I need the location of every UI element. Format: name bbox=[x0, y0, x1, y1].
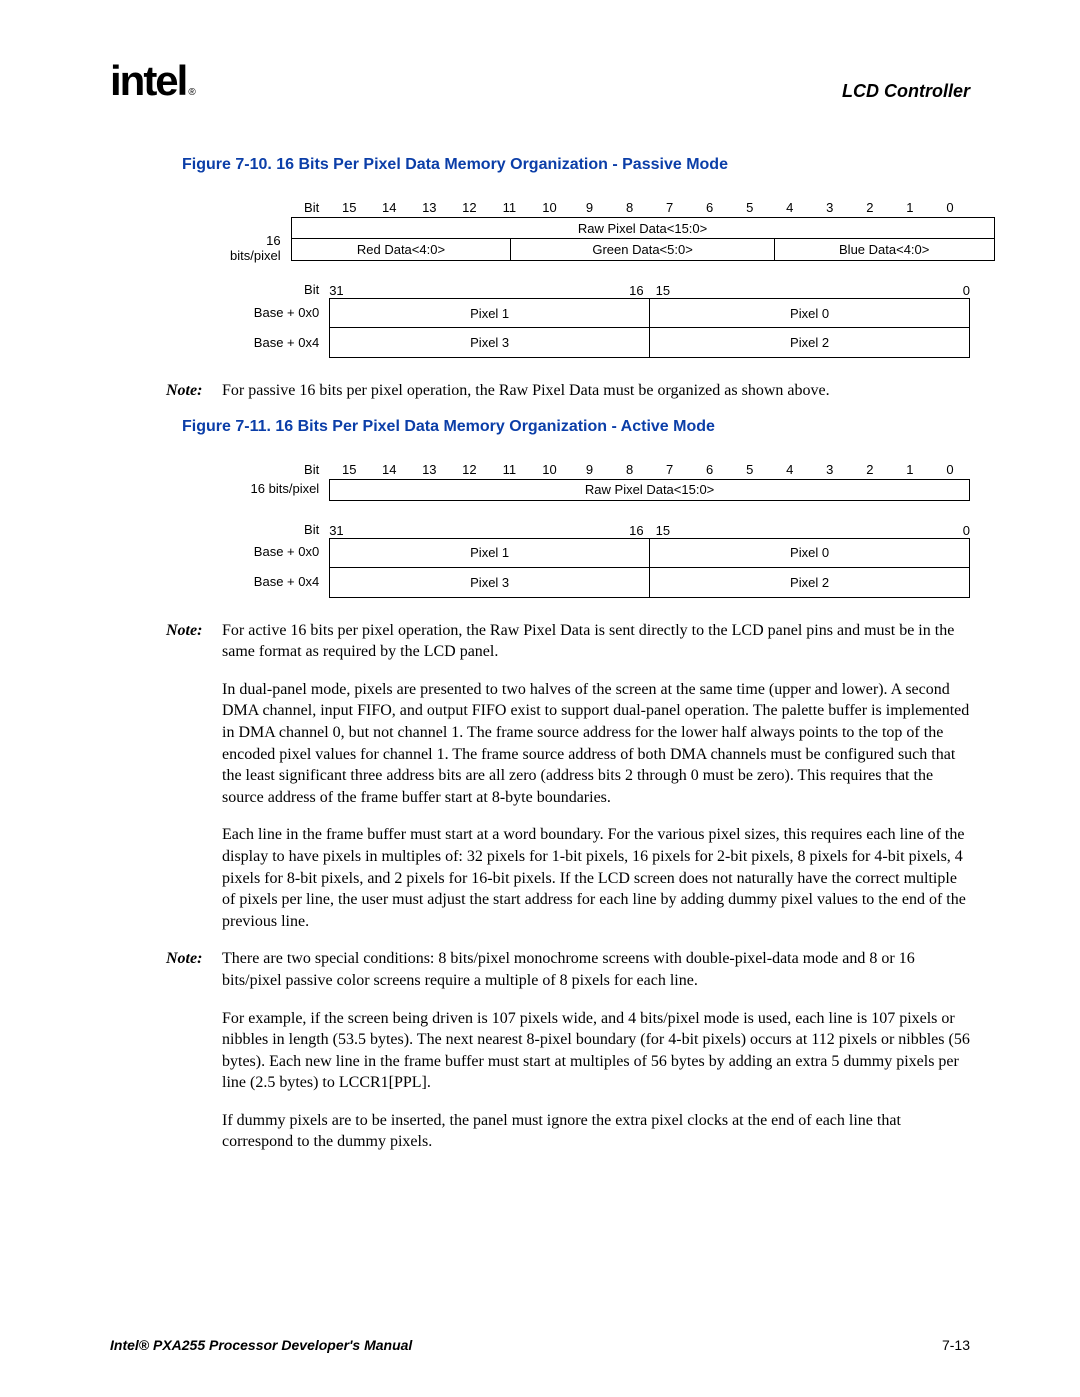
footer-page-number: 7-13 bbox=[942, 1337, 970, 1353]
bit-16: 16 bbox=[361, 523, 649, 538]
blue-data: Blue Data<4:0> bbox=[775, 239, 995, 261]
base-0x0: Base + 0x0 bbox=[230, 306, 329, 321]
bit-n: 3 bbox=[810, 462, 850, 479]
bit-n: 1 bbox=[890, 200, 930, 217]
bit-31: 31 bbox=[329, 523, 361, 538]
note-text: There are two special conditions: 8 bits… bbox=[222, 948, 970, 991]
bit-n: 6 bbox=[690, 200, 730, 217]
bit-n: 14 bbox=[369, 462, 409, 479]
note-2: Note: For active 16 bits per pixel opera… bbox=[166, 620, 970, 663]
base-0x4: Base + 0x4 bbox=[230, 575, 329, 590]
bit-0: 0 bbox=[938, 283, 970, 298]
note-text: For passive 16 bits per pixel operation,… bbox=[222, 380, 830, 402]
paragraph-word-boundary: Each line in the frame buffer must start… bbox=[222, 824, 970, 932]
bit-numbers-32: 31 16 15 0 bbox=[329, 283, 970, 298]
bit-n: 9 bbox=[569, 200, 609, 217]
bit-n: 5 bbox=[730, 200, 770, 217]
bit-label: Bit bbox=[230, 201, 329, 216]
note-label: Note: bbox=[166, 620, 222, 663]
bit-numbers-16: 15 14 13 12 11 10 9 8 7 6 5 4 3 2 1 0 bbox=[329, 462, 970, 479]
page: intel® LCD Controller Figure 7-10. 16 Bi… bbox=[0, 0, 1080, 1397]
bit-n: 2 bbox=[850, 462, 890, 479]
row-16bpp-label: 16 bits/pixel bbox=[230, 234, 291, 264]
bit-label: Bit bbox=[230, 463, 329, 478]
page-footer: Intel® PXA255 Processor Developer's Manu… bbox=[110, 1337, 970, 1353]
bit-0: 0 bbox=[938, 523, 970, 538]
figure-10: Bit 15 14 13 12 11 10 9 8 7 6 5 4 3 2 1 … bbox=[230, 200, 970, 358]
note-1: Note: For passive 16 bits per pixel oper… bbox=[166, 380, 970, 402]
paragraph-dual-panel: In dual-panel mode, pixels are presented… bbox=[222, 679, 970, 809]
figure-10-title: Figure 7-10. 16 Bits Per Pixel Data Memo… bbox=[182, 156, 970, 174]
bit-n: 9 bbox=[569, 462, 609, 479]
footer-manual-title: Intel® PXA255 Processor Developer's Manu… bbox=[110, 1337, 412, 1353]
bit-n: 10 bbox=[529, 462, 569, 479]
pixel-1: Pixel 1 bbox=[329, 298, 650, 328]
bit-n: 6 bbox=[690, 462, 730, 479]
bit-label: Bit bbox=[230, 523, 329, 538]
bit-15: 15 bbox=[650, 283, 938, 298]
pixel-0: Pixel 0 bbox=[650, 538, 970, 568]
raw-pixel-data: Raw Pixel Data<15:0> bbox=[329, 479, 970, 501]
bit-n: 4 bbox=[770, 200, 810, 217]
bit-numbers-16: 15 14 13 12 11 10 9 8 7 6 5 4 3 2 1 0 bbox=[329, 200, 970, 217]
bit-n: 1 bbox=[890, 462, 930, 479]
pixel-2: Pixel 2 bbox=[650, 328, 970, 358]
pixel-2: Pixel 2 bbox=[650, 568, 970, 598]
bit-n: 8 bbox=[610, 200, 650, 217]
bit-n: 0 bbox=[930, 462, 970, 479]
pixel-3: Pixel 3 bbox=[329, 328, 650, 358]
bit-n: 5 bbox=[730, 462, 770, 479]
bit-n: 8 bbox=[610, 462, 650, 479]
figure-11-title: Figure 7-11. 16 Bits Per Pixel Data Memo… bbox=[182, 418, 970, 436]
bit-n: 10 bbox=[529, 200, 569, 217]
bit-n: 4 bbox=[770, 462, 810, 479]
bit-n: 12 bbox=[449, 462, 489, 479]
paragraph-dummy-pixels: If dummy pixels are to be inserted, the … bbox=[222, 1110, 970, 1153]
bit-n: 3 bbox=[810, 200, 850, 217]
bit-31: 31 bbox=[329, 283, 361, 298]
green-data: Green Data<5:0> bbox=[511, 239, 775, 261]
section-title: LCD Controller bbox=[842, 81, 970, 102]
bit-n: 14 bbox=[369, 200, 409, 217]
bit-n: 15 bbox=[329, 462, 369, 479]
note-label: Note: bbox=[166, 380, 222, 402]
raw-pixel-data: Raw Pixel Data<15:0> bbox=[291, 217, 995, 239]
bit-n: 13 bbox=[409, 462, 449, 479]
pixel-3: Pixel 3 bbox=[329, 568, 650, 598]
bit-numbers-32: 31 16 15 0 bbox=[329, 523, 970, 538]
bit-n: 0 bbox=[930, 200, 970, 217]
bit-n: 12 bbox=[449, 200, 489, 217]
note-label: Note: bbox=[166, 948, 222, 991]
bit-n: 7 bbox=[650, 200, 690, 217]
bit-n: 11 bbox=[489, 462, 529, 479]
base-0x4: Base + 0x4 bbox=[230, 336, 329, 351]
page-header: intel® LCD Controller bbox=[110, 60, 970, 102]
pixel-0: Pixel 0 bbox=[650, 298, 970, 328]
bit-n: 15 bbox=[329, 200, 369, 217]
base-0x0: Base + 0x0 bbox=[230, 545, 329, 560]
pixel-1: Pixel 1 bbox=[329, 538, 650, 568]
red-data: Red Data<4:0> bbox=[291, 239, 512, 261]
bit-n: 2 bbox=[850, 200, 890, 217]
bit-n: 7 bbox=[650, 462, 690, 479]
logo-registered: ® bbox=[188, 87, 195, 98]
bit-16: 16 bbox=[361, 283, 649, 298]
logo-text: intel bbox=[110, 57, 186, 104]
row-16bpp-label: 16 bits/pixel bbox=[230, 482, 329, 497]
note-3: Note: There are two special conditions: … bbox=[166, 948, 970, 991]
figure-11: Bit 15 14 13 12 11 10 9 8 7 6 5 4 3 2 1 … bbox=[230, 462, 970, 598]
bit-n: 13 bbox=[409, 200, 449, 217]
note-text: For active 16 bits per pixel operation, … bbox=[222, 620, 970, 663]
bit-label: Bit bbox=[230, 283, 329, 298]
intel-logo: intel® bbox=[110, 60, 196, 102]
bit-15: 15 bbox=[650, 523, 938, 538]
paragraph-example: For example, if the screen being driven … bbox=[222, 1008, 970, 1094]
bit-n: 11 bbox=[489, 200, 529, 217]
